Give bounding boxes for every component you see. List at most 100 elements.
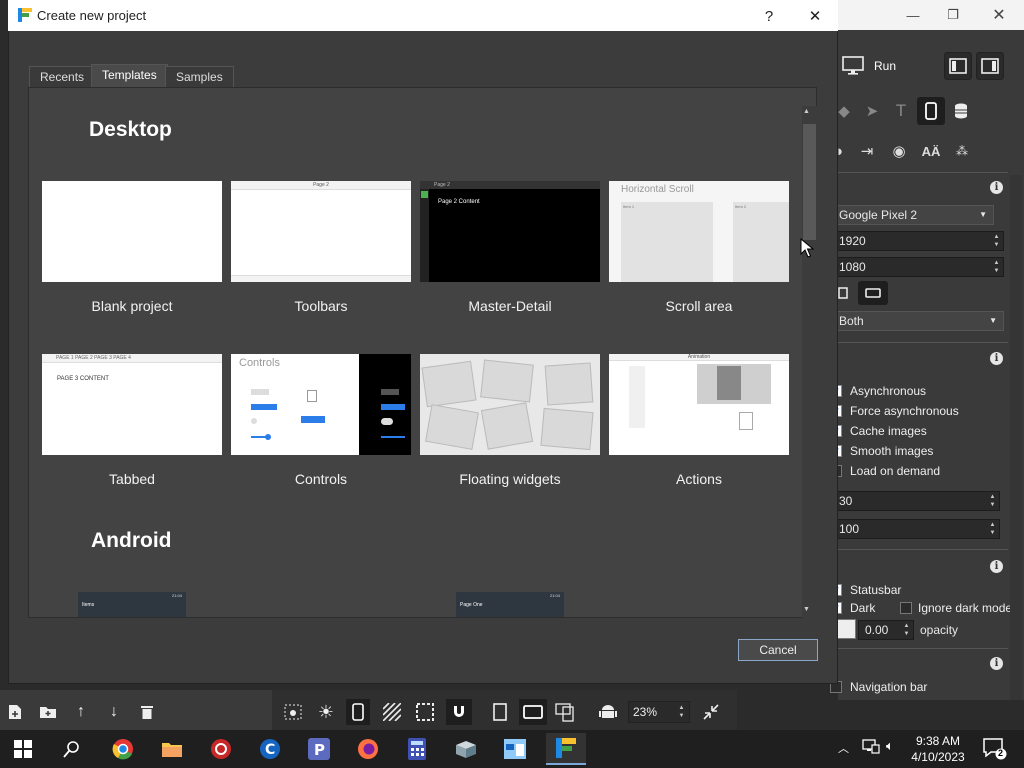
text-tool-icon[interactable]: T <box>887 97 915 125</box>
rotate-device-icon[interactable] <box>555 701 577 723</box>
mouse-cursor-icon <box>800 238 814 258</box>
template-thumb-actions[interactable]: Animation <box>609 354 789 455</box>
file-explorer-icon[interactable] <box>154 733 190 765</box>
tree-icon[interactable]: ⁂ <box>948 137 976 165</box>
left-panel-toggle-icon[interactable] <box>944 52 972 80</box>
android-thumb-page-one[interactable]: 21:04 Page One <box>456 592 564 617</box>
tray-chevron-icon[interactable]: ︿ <box>838 740 849 756</box>
cancel-button[interactable]: Cancel <box>738 639 818 661</box>
network-icon[interactable] <box>862 738 880 757</box>
checkbox-icon[interactable] <box>900 602 912 614</box>
opacity-input[interactable]: 0.00 ▲ ▼ <box>858 620 914 640</box>
portrait-view-icon[interactable] <box>489 701 511 723</box>
device-select[interactable]: Google Pixel 2 ▼ <box>836 205 994 225</box>
select-area-icon[interactable] <box>414 701 436 723</box>
export-icon[interactable]: ⇥ <box>853 137 881 165</box>
right-panel-toggle-icon[interactable] <box>976 52 1004 80</box>
height-input[interactable]: 1920 ▲ ▼ <box>836 231 1004 251</box>
template-thumb-blank[interactable] <box>42 181 222 282</box>
option-asynchronous[interactable]: ✔Asynchronous <box>830 381 1010 401</box>
notifications-icon[interactable]: 2 <box>983 738 1007 763</box>
dialog-scrollbar-thumb[interactable] <box>803 124 816 240</box>
font-size-icon[interactable]: AÄ <box>917 137 945 165</box>
app-window-icon[interactable] <box>497 733 533 765</box>
app-c-icon[interactable]: C <box>252 733 288 765</box>
app-box-icon[interactable] <box>448 733 484 765</box>
taskbar-clock[interactable]: 9:38 AM 4/10/2023 <box>906 733 970 765</box>
template-thumb-tabbed[interactable]: PAGE 1 PAGE 2 PAGE 3 PAGE 4 PAGE 3 CONTE… <box>42 354 222 455</box>
tab-recents[interactable]: Recents <box>29 66 96 88</box>
template-label: Tabbed <box>109 471 155 487</box>
magnet-icon[interactable] <box>446 699 472 725</box>
template-label: Toolbars <box>294 298 348 314</box>
dialog-close-button[interactable]: ✕ <box>800 5 830 27</box>
arrow-up-icon[interactable]: ↑ <box>70 701 92 723</box>
app-red-icon[interactable] <box>203 733 239 765</box>
info-icon[interactable]: i <box>990 352 1003 365</box>
spinner-icon[interactable]: ▲ ▼ <box>677 704 686 720</box>
chrome-icon[interactable] <box>105 733 141 765</box>
windows-start-icon[interactable] <box>5 733 41 765</box>
new-file-icon[interactable] <box>4 701 26 723</box>
spinner-icon[interactable]: ▲ ▼ <box>988 493 997 509</box>
device-frame-icon[interactable] <box>346 699 370 725</box>
orientation-select[interactable]: Both ▼ <box>836 311 1004 331</box>
value-b-input[interactable]: 100 ▲ ▼ <box>836 519 1000 539</box>
landscape-view-icon[interactable] <box>519 699 547 725</box>
maximize-icon[interactable]: ❐ <box>930 0 976 30</box>
landscape-icon[interactable] <box>858 281 888 305</box>
option-ignore-dark-mode[interactable]: Ignore dark mode <box>900 598 1024 618</box>
spinner-icon[interactable]: ▲ ▼ <box>902 622 911 638</box>
tab-samples[interactable]: Samples <box>165 66 234 88</box>
trash-icon[interactable] <box>136 701 158 723</box>
volume-icon[interactable]: 🔈︎ <box>886 738 894 754</box>
spinner-icon[interactable]: ▲ ▼ <box>992 259 1001 275</box>
calculator-icon[interactable] <box>399 733 435 765</box>
spinner-icon[interactable]: ▲ ▼ <box>988 521 997 537</box>
compass-icon[interactable]: ◉ <box>885 137 913 165</box>
brightness-icon[interactable]: ☀ <box>315 701 337 723</box>
option-smooth-images[interactable]: ✔Smooth images <box>830 441 1010 461</box>
template-thumb-toolbars[interactable]: Page 2 <box>231 181 411 282</box>
option-load-on-demand[interactable]: Load on demand <box>830 461 1010 481</box>
pointer-icon[interactable]: ➤ <box>858 97 886 125</box>
tab-templates[interactable]: Templates <box>91 64 168 88</box>
scroll-up-icon[interactable]: ▲ <box>803 108 810 115</box>
value-a-input[interactable]: 30 ▲ ▼ <box>836 491 1000 511</box>
color-swatch[interactable] <box>836 619 856 639</box>
option-navigation-bar[interactable]: Navigation bar <box>830 677 1010 697</box>
screenshot-icon[interactable] <box>282 701 304 723</box>
option-statusbar[interactable]: ✔Statusbar <box>830 580 1010 600</box>
collapse-icon[interactable] <box>700 701 722 723</box>
option-cache-images[interactable]: ✔Cache images <box>830 421 1010 441</box>
info-icon[interactable]: i <box>990 657 1003 670</box>
template-thumb-floating-widgets[interactable] <box>420 354 600 455</box>
hatch-pattern-icon[interactable] <box>381 701 403 723</box>
qt-designer-icon[interactable] <box>546 733 586 765</box>
width-input[interactable]: 1080 ▲ ▼ <box>836 257 1004 277</box>
android-icon[interactable] <box>597 701 619 723</box>
android-thumb-items[interactable]: 21:04 Items <box>78 592 186 617</box>
template-thumb-controls[interactable]: Controls <box>231 354 411 455</box>
option-force-asynchronous[interactable]: ✔Force asynchronous <box>830 401 1010 421</box>
spinner-icon[interactable]: ▲ ▼ <box>992 233 1001 249</box>
info-icon[interactable]: i <box>990 181 1003 194</box>
scroll-down-icon[interactable]: ▼ <box>803 606 810 613</box>
window-close-icon[interactable]: ✕ <box>976 0 1022 30</box>
template-thumb-master-detail[interactable]: Page 2 Page 2 Content <box>420 181 600 282</box>
database-icon[interactable] <box>947 97 975 125</box>
run-button[interactable]: Run <box>842 52 912 80</box>
search-icon[interactable] <box>54 733 90 765</box>
firefox-icon[interactable] <box>350 733 386 765</box>
preview-item: Item 2 <box>733 202 789 282</box>
phone-icon[interactable] <box>917 97 945 125</box>
template-thumb-scroll-area[interactable]: Horizontal Scroll Item 1 Item 2 <box>609 181 789 282</box>
app-p-icon[interactable]: P <box>301 733 337 765</box>
help-button[interactable]: ? <box>754 5 784 27</box>
new-folder-icon[interactable] <box>37 701 59 723</box>
panel-scrollbar[interactable] <box>1010 175 1022 700</box>
arrow-down-icon[interactable]: ↓ <box>103 701 125 723</box>
zoom-input[interactable]: 23% ▲ ▼ <box>628 701 690 723</box>
option-label: Cache images <box>850 424 927 438</box>
info-icon[interactable]: i <box>990 560 1003 573</box>
